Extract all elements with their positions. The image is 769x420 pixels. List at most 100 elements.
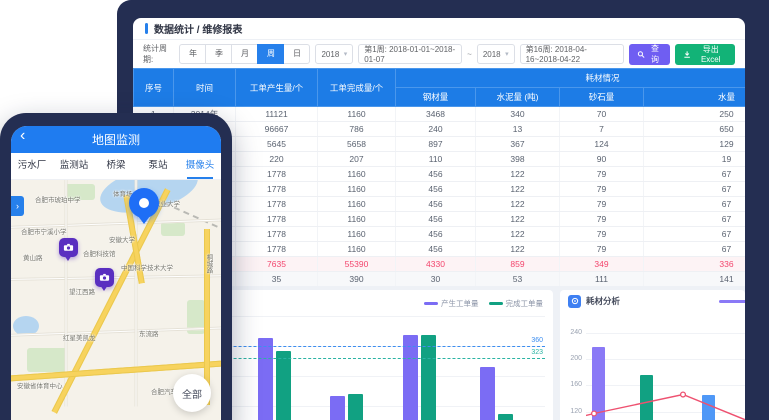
query-button-label: 查询 xyxy=(648,43,663,65)
map-place-label: 中国科学技术大学 xyxy=(121,262,173,272)
table-cell: 5658 xyxy=(318,137,396,152)
table-cell: 367 xyxy=(476,137,560,152)
map-place-label: 合肥市宁溪小学 xyxy=(21,226,67,236)
bar-created xyxy=(403,335,418,420)
tab-泵站[interactable]: 泵站 xyxy=(137,153,179,179)
table-cell: 122 xyxy=(476,197,560,212)
phone-header: ‹ 地图监测 xyxy=(11,126,221,153)
table-cell: 456 xyxy=(396,167,476,182)
y-axis-tick-label: 120 xyxy=(564,408,582,415)
chevron-down-icon: ▾ xyxy=(344,50,348,58)
bar-created xyxy=(330,396,345,420)
period-option[interactable]: 日 xyxy=(283,44,310,64)
legend-color-dash xyxy=(489,302,503,305)
table-cell: 79 xyxy=(560,167,644,182)
search-icon xyxy=(637,50,645,59)
phone-tab-bar: 污水厂监测站桥梁泵站摄像头 xyxy=(11,153,221,180)
camera-marker[interactable] xyxy=(59,238,78,257)
table-cell: 1160 xyxy=(318,212,396,227)
col-header-sub3: 砂石量 xyxy=(560,88,644,107)
chart-icon xyxy=(568,295,581,308)
map-road xyxy=(11,274,221,281)
table-cell: 67 xyxy=(644,197,746,212)
table-cell: 111 xyxy=(560,272,644,287)
col-header-sub2: 水泥量 (吨) xyxy=(476,88,560,107)
end-week-input[interactable]: 第16周: 2018-04-16~2018-04-22 xyxy=(520,44,624,64)
query-button[interactable]: 查询 xyxy=(629,44,671,65)
legend-color-dash xyxy=(424,302,438,305)
y-axis-tick-label: 200 xyxy=(564,355,582,362)
consumable-chart-card: 耗材分析 4080120160200240 xyxy=(560,290,745,420)
period-option[interactable]: 季 xyxy=(205,44,232,64)
map-place-label: 黄山路 xyxy=(23,252,43,262)
table-cell: 79 xyxy=(560,242,644,257)
table-cell: 456 xyxy=(396,182,476,197)
table-cell: 1160 xyxy=(318,107,396,122)
table-cell: 897 xyxy=(396,137,476,152)
table-cell: 55390 xyxy=(318,257,396,272)
y-axis-tick-label: 240 xyxy=(564,329,582,336)
table-cell: 124 xyxy=(560,137,644,152)
back-icon[interactable]: ‹ xyxy=(20,127,25,145)
table-cell: 240 xyxy=(396,122,476,137)
start-week-value: 第1周: 2018-01-01~2018-01-07 xyxy=(364,44,456,64)
phone-mockup: ‹ 地图监测 污水厂监测站桥梁泵站摄像头 合肥市琥珀中学体育场安徽农业大学桐城路… xyxy=(0,113,232,420)
table-cell: 122 xyxy=(476,242,560,257)
tab-监测站[interactable]: 监测站 xyxy=(53,153,95,179)
legend-label: 完成工单量 xyxy=(506,298,544,309)
table-cell: 859 xyxy=(476,257,560,272)
location-pin-marker[interactable] xyxy=(129,188,159,218)
table-cell: 456 xyxy=(396,227,476,242)
export-excel-button[interactable]: 导出Excel xyxy=(675,44,735,65)
table-cell: 79 xyxy=(560,227,644,242)
table-cell: 1778 xyxy=(236,212,318,227)
table-cell: 67 xyxy=(644,227,746,242)
period-option[interactable]: 年 xyxy=(179,44,206,64)
legend-item: 产生工单量 xyxy=(424,298,479,309)
start-year-select[interactable]: 2018 ▾ xyxy=(315,44,353,64)
end-year-select[interactable]: 2018 ▾ xyxy=(477,44,515,64)
table-cell: 207 xyxy=(318,152,396,167)
table-cell: 11121 xyxy=(236,107,318,122)
period-option[interactable]: 周 xyxy=(257,44,284,64)
camera-marker[interactable] xyxy=(95,268,114,287)
table-cell: 1778 xyxy=(236,227,318,242)
table-cell: 53 xyxy=(476,272,560,287)
breadcrumb: 数据统计 / 维修报表 xyxy=(133,18,745,40)
period-label: 统计周期: xyxy=(143,43,174,65)
tab-桥梁[interactable]: 桥梁 xyxy=(95,153,137,179)
map-place-label: 东流路 xyxy=(139,328,159,338)
tab-摄像头[interactable]: 摄像头 xyxy=(179,153,221,179)
table-cell: 67 xyxy=(644,242,746,257)
table-cell: 340 xyxy=(476,107,560,122)
table-cell: 79 xyxy=(560,197,644,212)
table-cell: 456 xyxy=(396,212,476,227)
table-cell: 1160 xyxy=(318,197,396,212)
table-cell: 786 xyxy=(318,122,396,137)
table-cell: 1160 xyxy=(318,227,396,242)
bar-created xyxy=(480,367,495,420)
tab-污水厂[interactable]: 污水厂 xyxy=(11,153,53,179)
table-cell: 90 xyxy=(560,152,644,167)
map-place-label: 安徽大学 xyxy=(109,234,135,244)
bar-completed xyxy=(276,351,291,420)
phone-page-title: 地图监测 xyxy=(92,131,140,148)
table-cell: 390 xyxy=(318,272,396,287)
bar-created xyxy=(258,338,273,420)
period-option[interactable]: 月 xyxy=(231,44,258,64)
table-cell: 122 xyxy=(476,182,560,197)
table-cell: 13 xyxy=(476,122,560,137)
all-filter-button[interactable]: 全部 xyxy=(173,374,211,412)
table-cell: 1778 xyxy=(236,197,318,212)
map-place-label: 望江西路 xyxy=(69,286,95,296)
expand-panel-button[interactable]: › xyxy=(11,196,24,216)
table-cell: 220 xyxy=(236,152,318,167)
table-cell: 19 xyxy=(644,152,746,167)
y-axis-tick-label: 160 xyxy=(564,381,582,388)
start-week-input[interactable]: 第1周: 2018-01-01~2018-01-07 xyxy=(358,44,462,64)
reference-line-label: 323 xyxy=(531,349,543,356)
col-header-sub1: 钢材量 xyxy=(396,88,476,107)
col-header-sub4: 水量 xyxy=(644,88,746,107)
table-cell: 79 xyxy=(560,212,644,227)
map-view[interactable]: 合肥市琥珀中学体育场安徽农业大学桐城路合肥市宁溪小学安徽大学合肥科技馆中国科学技… xyxy=(11,180,221,420)
